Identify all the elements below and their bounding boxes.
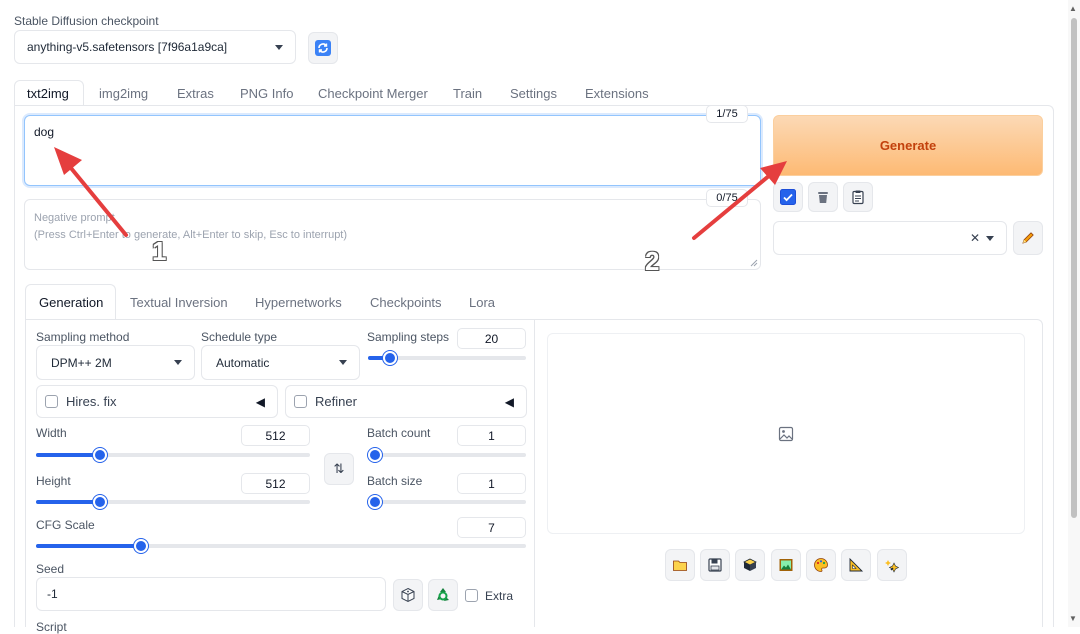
annotation-arrow-2 [692,161,787,240]
annotation-number-2: 2 [645,246,660,276]
annotation-arrow-1 [54,147,128,237]
annotation-overlay [54,147,787,240]
annotation-number-1: 1 [152,236,167,266]
